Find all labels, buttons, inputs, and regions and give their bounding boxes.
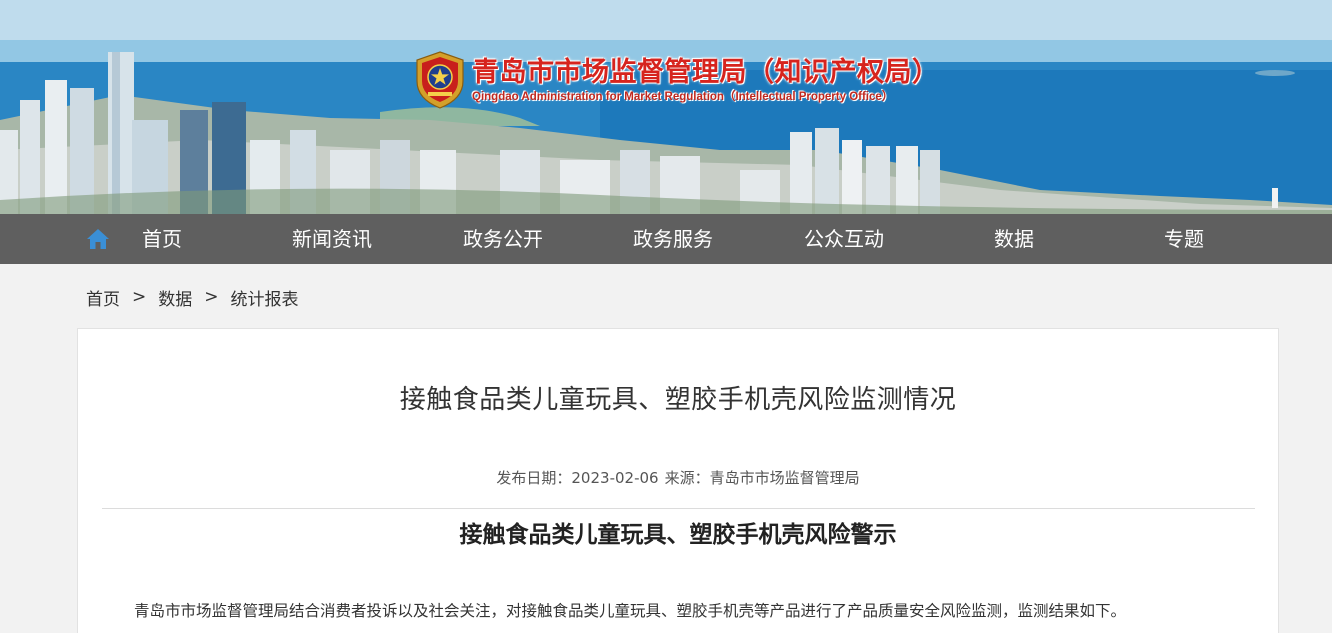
nav-item-government-services[interactable]: 政务服务	[603, 214, 743, 264]
breadcrumb-separator: >	[204, 287, 219, 307]
article-meta: 发布日期：2023-02-06 来源：青岛市市场监督管理局	[78, 467, 1278, 488]
breadcrumb-statistics[interactable]: 统计报表	[231, 285, 299, 310]
divider	[102, 508, 1255, 509]
nav-item-data[interactable]: 数据	[944, 214, 1084, 264]
nav-item-government-affairs[interactable]: 政务公开	[433, 214, 573, 264]
breadcrumb: 首页 > 数据 > 统计报表	[86, 284, 299, 310]
emblem-icon	[416, 51, 464, 109]
breadcrumb-separator: >	[132, 287, 147, 307]
header-banner: 青岛市市场监督管理局（知识产权局） Qingdao Administration…	[0, 0, 1332, 214]
publish-date: 2023-02-06	[571, 469, 659, 487]
breadcrumb-home[interactable]: 首页	[86, 285, 120, 310]
article-title: 接触食品类儿童玩具、塑胶手机壳风险监测情况	[399, 385, 957, 415]
source-label: 来源：	[664, 469, 710, 487]
site-title-cn: 青岛市市场监督管理局（知识产权局）	[472, 57, 940, 88]
nav-item-topics[interactable]: 专题	[1114, 214, 1254, 264]
article-paragraph: 青岛市市场监督管理局结合消费者投诉以及社会关注，对接触食品类儿童玩具、塑胶手机壳…	[134, 602, 1127, 620]
site-title-en: Qingdao Administration for Market Regula…	[472, 91, 894, 103]
nav-item-news[interactable]: 新闻资讯	[262, 214, 402, 264]
site-logo[interactable]: 青岛市市场监督管理局（知识产权局） Qingdao Administration…	[414, 50, 940, 110]
main-nav: 首页 新闻资讯 政务公开 政务服务 公众互动 数据 专题	[0, 214, 1332, 264]
nav-item-public-interaction[interactable]: 公众互动	[774, 214, 914, 264]
publish-date-label: 发布日期：	[496, 469, 572, 487]
breadcrumb-data[interactable]: 数据	[158, 285, 192, 310]
article-subtitle: 接触食品类儿童玩具、塑胶手机壳风险警示	[459, 521, 897, 548]
nav-item-home[interactable]: 首页	[92, 214, 232, 264]
source-value: 青岛市市场监督管理局	[709, 469, 860, 487]
article-container: 接触食品类儿童玩具、塑胶手机壳风险监测情况 发布日期：2023-02-06 来源：…	[77, 328, 1279, 633]
